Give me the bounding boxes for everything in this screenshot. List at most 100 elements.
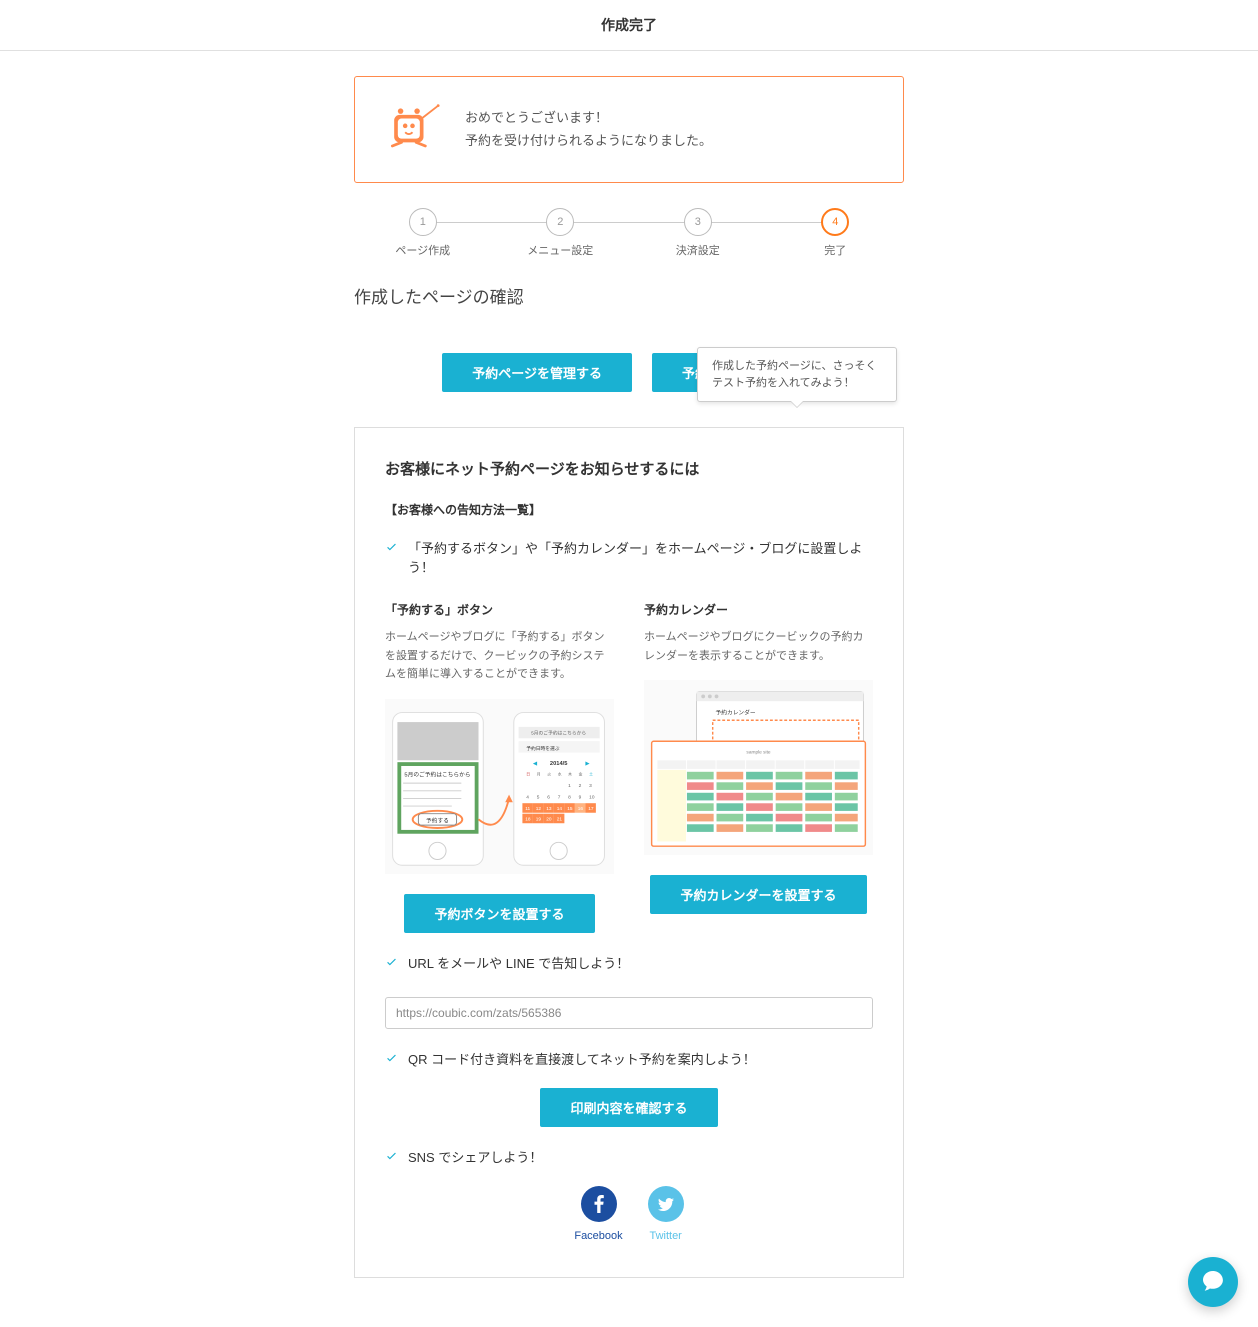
svg-text:予約日時を選ぶ: 予約日時を選ぶ [526,745,560,752]
svg-text:8: 8 [568,794,571,800]
svg-text:5月のご予約はこちらから: 5月のご予約はこちらから [531,730,586,737]
step-connector [423,222,561,223]
check-text: 「予約するボタン」や「予約カレンダー」をホームページ・ブログに設置しよう！ [408,538,873,576]
col-title: 予約カレンダー [644,601,873,618]
url-input[interactable] [385,997,873,1029]
step-1: 1 ページ作成 [354,208,492,258]
step-connector [560,222,698,223]
svg-text:18: 18 [525,816,531,822]
svg-text:7: 7 [558,794,561,800]
header-divider [0,50,1258,51]
step-circle: 3 [684,208,712,236]
svg-text:13: 13 [546,806,552,812]
twitter-icon [648,1186,684,1222]
svg-text:14: 14 [557,806,563,812]
social-row: Facebook Twitter [385,1186,873,1242]
step-2: 2 メニュー設定 [492,208,630,258]
check-icon [385,955,398,971]
svg-text:19: 19 [536,816,542,822]
tooltip: 作成した予約ページに、さっそくテスト予約を入れてみよう！ [697,347,897,402]
chat-fab-button[interactable] [1188,1257,1238,1307]
panel-subtitle: 【お客様への告知方法一覧】 [385,501,873,518]
svg-text:11: 11 [525,806,530,812]
svg-text:9: 9 [579,794,582,800]
svg-text:金: 金 [579,772,583,777]
svg-text:火: 火 [547,772,551,777]
step-circle: 4 [821,208,849,236]
calendar-illustration: 予約カレンダー sample site [644,680,873,855]
col-title: 「予約する」ボタン [385,601,614,618]
panel-title: お客様にネット予約ページをお知らせするには [385,458,873,479]
svg-text:6: 6 [547,794,550,800]
svg-text:17: 17 [588,806,594,812]
svg-text:5: 5 [537,794,540,800]
set-calendar-button[interactable]: 予約カレンダーを設置する [650,875,866,914]
facebook-icon [581,1186,617,1222]
svg-text:木: 木 [568,772,572,777]
illus-phone-header: 5月のご予約はこちらから [404,771,470,779]
congrats-line-1: おめでとうございます！ [465,107,712,129]
print-content-button[interactable]: 印刷内容を確認する [540,1088,717,1127]
svg-text:4: 4 [526,794,529,800]
manage-page-button[interactable]: 予約ページを管理する [442,353,632,392]
svg-text:12: 12 [536,806,542,812]
svg-text:10: 10 [589,794,595,800]
facebook-share-button[interactable]: Facebook [574,1186,622,1242]
svg-text:◀: ◀ [533,761,538,767]
step-connector [698,222,836,223]
calendar-column: 予約カレンダー ホームページやブログにクービックの予約カレンダーを表示することが… [644,601,873,933]
facebook-label: Facebook [574,1230,622,1242]
svg-text:20: 20 [546,816,552,822]
check-item-4: SNS でシェアしよう！ [385,1147,873,1166]
svg-text:日: 日 [526,773,530,777]
twitter-share-button[interactable]: Twitter [648,1186,684,1242]
button-column: 「予約する」ボタン ホームページやブログに「予約する」ボタンを設置するだけで、ク… [385,601,614,933]
page-title: 作成完了 [0,0,1258,50]
step-circle: 1 [409,208,437,236]
set-booking-button[interactable]: 予約ボタンを設置する [404,894,594,933]
svg-text:土: 土 [589,772,593,777]
step-circle: 2 [546,208,574,236]
congrats-box: おめでとうございます！ 予約を受け付けられるようになりました。 [354,76,904,183]
col-desc: ホームページやブログにクービックの予約カレンダーを表示することができます。 [644,628,873,665]
check-item-2: URL をメールや LINE で告知しよう！ [385,953,873,972]
check-icon [385,540,398,556]
illus-reserve-btn: 予約する [426,816,449,824]
step-label: メニュー設定 [527,242,593,258]
svg-text:21: 21 [557,816,563,822]
check-text: SNS でシェアしよう！ [408,1147,542,1166]
twitter-label: Twitter [649,1230,681,1242]
section-heading: 作成したページの確認 [354,283,904,308]
check-item-1: 「予約するボタン」や「予約カレンダー」をホームページ・ブログに設置しよう！ [385,538,873,576]
svg-text:水: 水 [558,772,562,777]
svg-text:2: 2 [579,783,582,789]
svg-text:1: 1 [568,783,571,789]
check-icon [385,1149,398,1165]
svg-text:予約カレンダー: 予約カレンダー [716,709,756,717]
svg-text:15: 15 [567,806,573,812]
check-text: QR コード付き資料を直接渡してネット予約を案内しよう！ [408,1049,756,1068]
congrats-text: おめでとうございます！ 予約を受け付けられるようになりました。 [465,107,712,151]
step-3: 3 決済設定 [629,208,767,258]
svg-text:sample site: sample site [746,750,770,756]
check-item-3: QR コード付き資料を直接渡してネット予約を案内しよう！ [385,1049,873,1068]
step-label: 完了 [824,242,846,258]
check-text: URL をメールや LINE で告知しよう！ [408,953,629,972]
mascot-icon [385,102,440,157]
step-4: 4 完了 [767,208,905,258]
chat-icon [1201,1269,1225,1296]
step-label: ページ作成 [395,242,450,258]
col-desc: ホームページやブログに「予約する」ボタンを設置するだけで、クービックの予約システ… [385,628,614,684]
button-illustration: 5月のご予約はこちらから 予約する [385,699,614,874]
svg-text:16: 16 [578,806,584,812]
svg-text:2014/5: 2014/5 [550,761,568,767]
congrats-line-2: 予約を受け付けられるようになりました。 [465,130,712,152]
two-column-section: 「予約する」ボタン ホームページやブログに「予約する」ボタンを設置するだけで、ク… [385,601,873,933]
info-panel: お客様にネット予約ページをお知らせするには 【お客様への告知方法一覧】 「予約す… [354,427,904,1278]
svg-text:▶: ▶ [585,761,590,767]
check-icon [385,1051,398,1067]
progress-steps: 1 ページ作成 2 メニュー設定 3 決済設定 4 完了 [354,208,904,258]
svg-text:3: 3 [589,783,592,789]
svg-text:月: 月 [537,772,541,777]
step-label: 決済設定 [676,242,720,258]
